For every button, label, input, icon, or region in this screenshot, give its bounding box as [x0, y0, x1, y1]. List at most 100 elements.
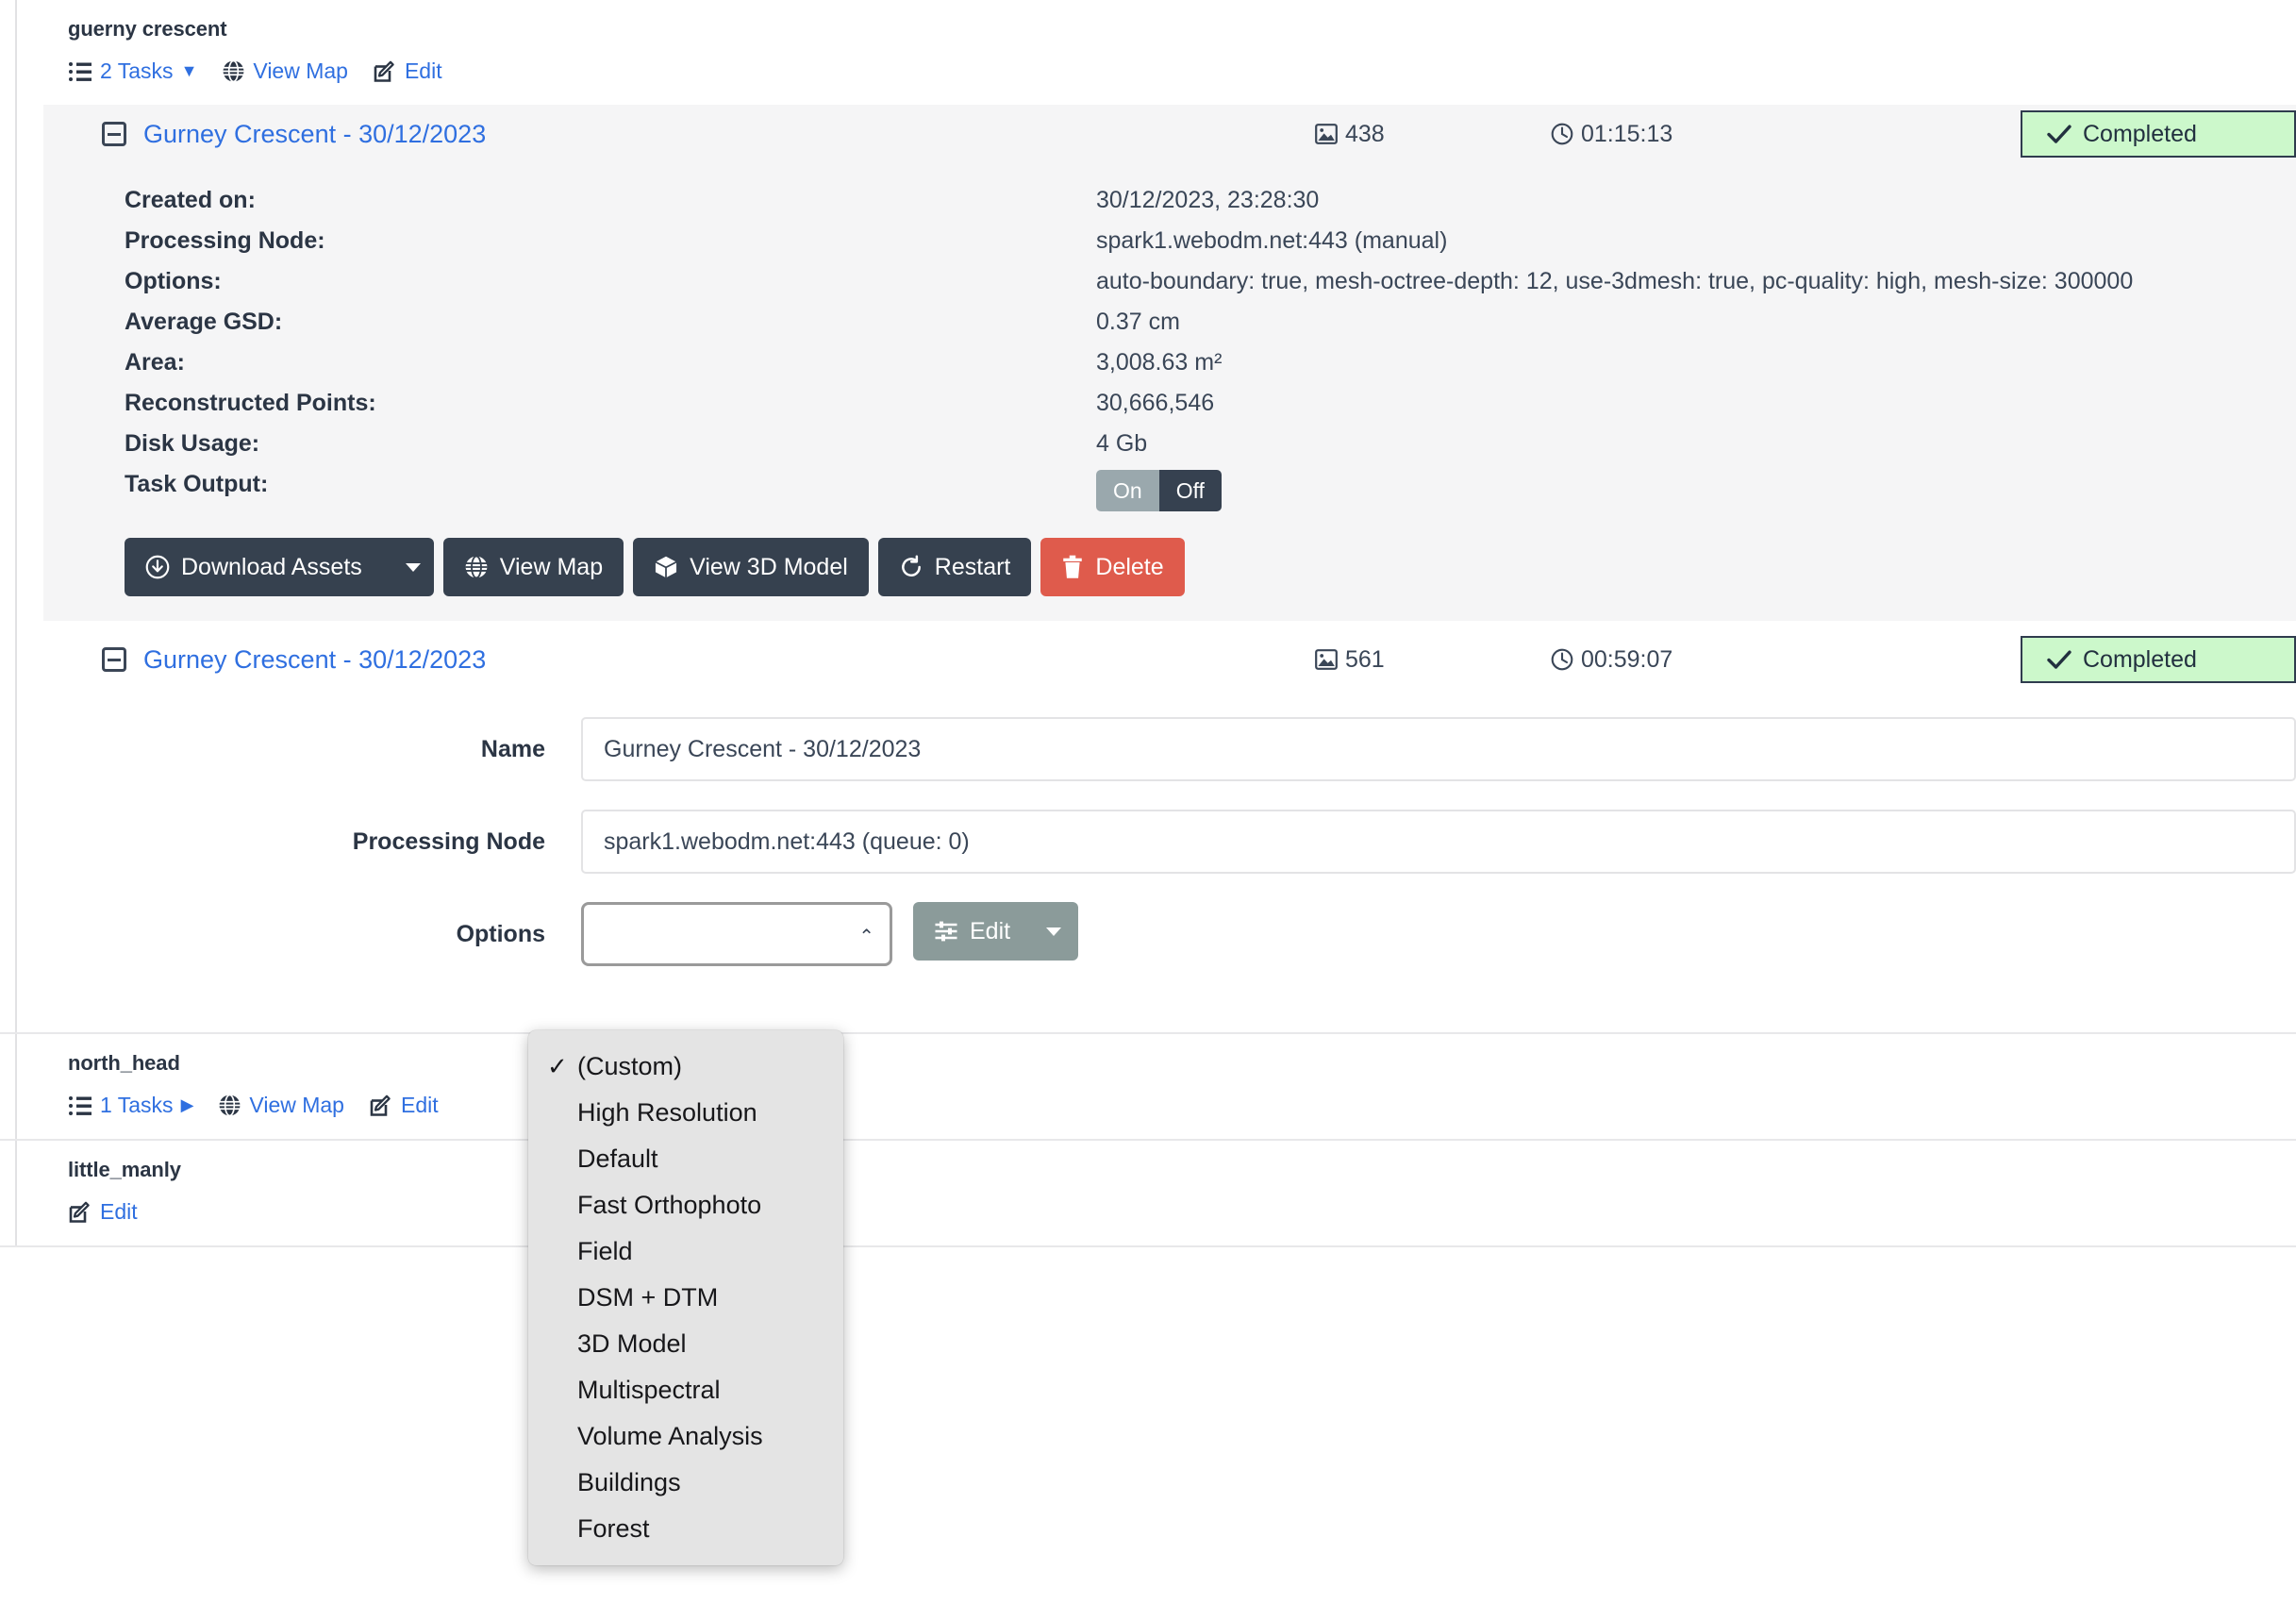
download-assets-label: Download Assets	[181, 553, 362, 580]
project-edit-link[interactable]: Edit	[373, 58, 442, 84]
name-input[interactable]	[581, 717, 2296, 781]
task-output-toggle-on[interactable]: On	[1096, 470, 1159, 511]
task-header-two[interactable]: Gurney Crescent - 30/12/2023 561 00:59:0…	[43, 630, 2296, 689]
dropdown-item-high-resolution[interactable]: High Resolution	[528, 1090, 843, 1136]
dropdown-item-3d-model[interactable]: 3D Model	[528, 1321, 843, 1367]
check-icon	[2047, 124, 2071, 144]
image-icon	[1315, 649, 1338, 670]
detail-value-task-output: On Off	[1096, 464, 2296, 511]
chevron-updown-icon: ⌃	[858, 927, 874, 947]
project-tasks-label: 2 Tasks	[100, 58, 174, 83]
edit-pencil-icon	[68, 1200, 92, 1225]
globe-icon	[222, 59, 245, 83]
detail-label-created-on: Created on:	[125, 187, 256, 213]
dropdown-item-dsm-dtm[interactable]: DSM + DTM	[528, 1275, 843, 1321]
view-3d-model-button-label: View 3D Model	[690, 553, 848, 580]
project-view-map-link[interactable]: View Map	[218, 1093, 344, 1118]
dropdown-item-buildings[interactable]: Buildings	[528, 1460, 843, 1506]
cube-icon	[654, 555, 678, 579]
form-row-name: Name	[43, 717, 2296, 781]
options-preset-select[interactable]: ⌃	[581, 902, 892, 966]
task-collapse-icon[interactable]	[102, 122, 126, 146]
processing-node-select[interactable]	[581, 810, 2296, 874]
project-view-map-label: View Map	[253, 58, 348, 83]
view-map-button-label: View Map	[499, 553, 604, 580]
dropdown-item-custom[interactable]: (Custom)	[528, 1044, 843, 1090]
dropdown-item-forest[interactable]: Forest	[528, 1506, 843, 1552]
project-little-manly: little_manly Edit	[15, 1141, 2296, 1245]
project-edit-link[interactable]: Edit	[369, 1093, 439, 1118]
detail-label-processing-node: Processing Node:	[125, 227, 325, 254]
clock-icon	[1551, 648, 1573, 671]
restart-button-label: Restart	[934, 553, 1011, 580]
project-title: little_manly	[68, 1158, 181, 1181]
project-edit-link[interactable]: Edit	[68, 1199, 138, 1225]
project-view-map-link[interactable]: View Map	[222, 58, 348, 84]
task-output-toggle[interactable]: On Off	[1096, 470, 1222, 511]
edit-pencil-icon	[369, 1094, 393, 1118]
project-edit-label: Edit	[400, 1093, 439, 1117]
detail-label-disk-usage: Disk Usage:	[125, 430, 260, 457]
chevron-down-icon[interactable]	[405, 562, 421, 572]
task-title-one[interactable]: Gurney Crescent - 30/12/2023	[143, 120, 486, 149]
detail-value-created-on: 30/12/2023, 23:28:30	[1096, 187, 1320, 213]
detail-label-reconstructed-points: Reconstructed Points:	[125, 390, 376, 416]
task-image-count-value: 561	[1345, 645, 1385, 673]
name-field-label: Name	[480, 736, 545, 762]
project-guerny-crescent: guerny crescent 2 Tasks ▼ View Map Edit …	[15, 0, 2296, 1032]
task-action-buttons: Download Assets View Map View 3D Model R…	[43, 511, 2296, 596]
sliders-icon	[934, 920, 958, 943]
processing-node-field-label: Processing Node	[352, 828, 545, 855]
task-image-count: 561	[1315, 646, 1385, 674]
detail-label-area: Area:	[125, 349, 185, 376]
dropdown-item-multispectral[interactable]: Multispectral	[528, 1367, 843, 1413]
project-title: guerny crescent	[68, 17, 227, 41]
task-list-icon	[68, 60, 92, 83]
project-tasks-toggle[interactable]: 2 Tasks ▼	[68, 58, 197, 84]
globe-icon	[464, 555, 489, 579]
project-actions-bar: 1 Tasks ▶ View Map Edit	[43, 1076, 2296, 1139]
task-duration: 01:15:13	[1551, 121, 1672, 148]
options-edit-button[interactable]: Edit	[913, 902, 1079, 961]
form-row-processing-node: Processing Node	[43, 810, 2296, 874]
status-badge-one: Completed	[2021, 110, 2296, 158]
task-image-count: 438	[1315, 121, 1385, 148]
project-north-head: north_head 1 Tasks ▶ View Map Edit	[15, 1034, 2296, 1139]
download-assets-button[interactable]: Download Assets	[125, 538, 434, 596]
chevron-down-icon[interactable]	[1046, 927, 1062, 936]
status-badge-two: Completed	[2021, 636, 2296, 683]
project-view-map-label: View Map	[249, 1093, 344, 1117]
dropdown-item-default[interactable]: Default	[528, 1136, 843, 1182]
delete-button[interactable]: Delete	[1040, 538, 1185, 596]
project-actions-bar: 2 Tasks ▼ View Map Edit	[43, 42, 2296, 105]
project-tasks-toggle[interactable]: 1 Tasks ▶	[68, 1093, 193, 1118]
project-title: north_head	[68, 1051, 180, 1075]
dropdown-item-fast-orthophoto[interactable]: Fast Orthophoto	[528, 1182, 843, 1228]
task-duration-value: 01:15:13	[1581, 120, 1673, 147]
form-row-options: Options ⌃ Edit	[43, 902, 2296, 966]
view-map-button[interactable]: View Map	[442, 538, 624, 596]
restart-icon	[899, 555, 923, 579]
chevron-down-icon: ▼	[180, 61, 198, 80]
dropdown-item-volume-analysis[interactable]: Volume Analysis	[528, 1413, 843, 1460]
project-divider-bottom	[0, 1245, 2296, 1247]
task-output-toggle-off[interactable]: Off	[1158, 470, 1222, 511]
options-edit-button-label: Edit	[970, 917, 1011, 944]
status-badge-one-label: Completed	[2083, 120, 2197, 147]
image-icon	[1315, 124, 1338, 144]
options-preset-dropdown-menu[interactable]: (Custom) High Resolution Default Fast Or…	[528, 1030, 843, 1565]
task-list-icon	[68, 1094, 92, 1117]
task-title-two[interactable]: Gurney Crescent - 30/12/2023	[143, 645, 486, 675]
task-image-count-value: 438	[1345, 120, 1385, 147]
dropdown-item-field[interactable]: Field	[528, 1228, 843, 1275]
restart-button[interactable]: Restart	[877, 538, 1032, 596]
detail-value-options: auto-boundary: true, mesh-octree-depth: …	[1096, 268, 2134, 294]
detail-label-average-gsd: Average GSD:	[125, 309, 283, 335]
detail-value-disk-usage: 4 Gb	[1096, 430, 1148, 457]
task-detail-grid: Created on: 30/12/2023, 23:28:30 Process…	[43, 163, 2296, 511]
view-3d-model-button[interactable]: View 3D Model	[633, 538, 869, 596]
task-collapse-icon[interactable]	[102, 647, 126, 672]
task-header-one[interactable]: Gurney Crescent - 30/12/2023 438 01:15:1…	[43, 105, 2296, 163]
detail-value-reconstructed-points: 30,666,546	[1096, 390, 1215, 416]
task-duration: 00:59:07	[1551, 646, 1672, 674]
